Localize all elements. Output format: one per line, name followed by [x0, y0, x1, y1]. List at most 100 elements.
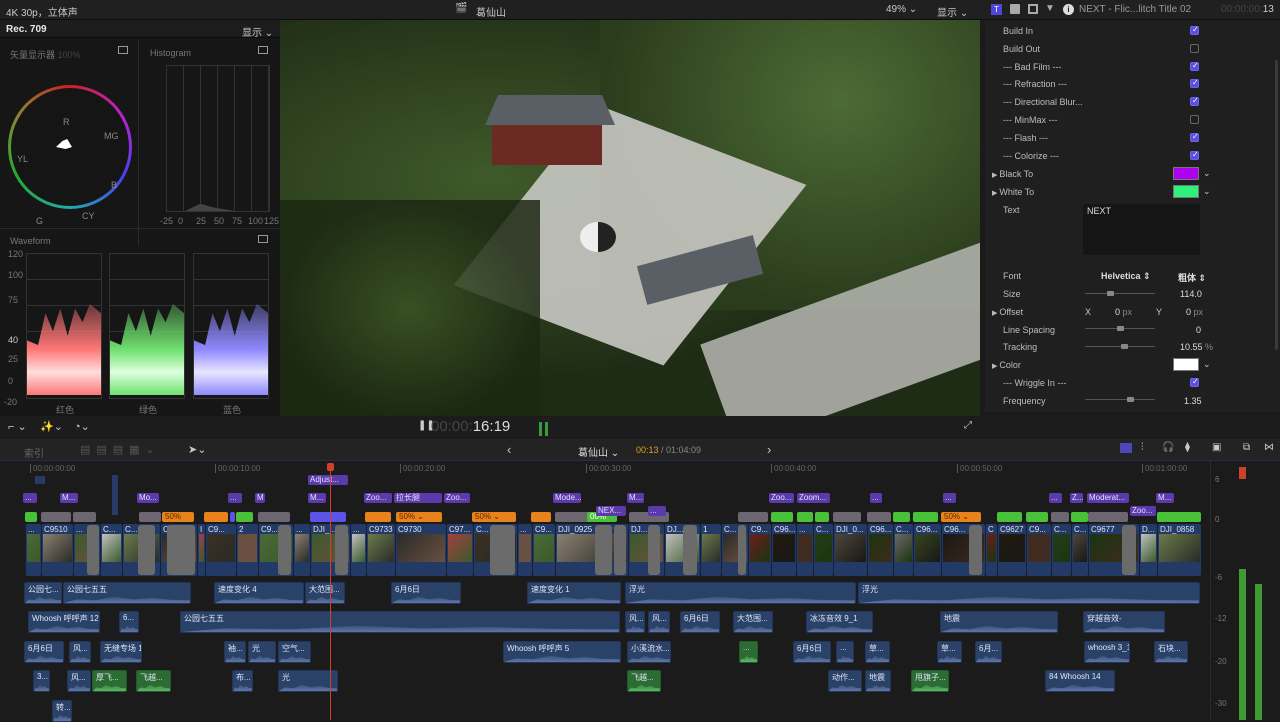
timeline-ruler[interactable]: 00:00:00:00 00:00:10:00 00:00:20:00 00:00:3…: [0, 461, 1210, 475]
effect-bar[interactable]: [913, 512, 938, 522]
video-clip[interactable]: C96...: [913, 524, 941, 576]
audio-skimming-icon[interactable]: ⫶: [1141, 442, 1144, 453]
title-clip[interactable]: Moderat...: [1087, 493, 1129, 503]
audio-clip[interactable]: 空气...: [278, 641, 311, 663]
effect-bar[interactable]: [204, 512, 228, 522]
snapping-icon[interactable]: ⧫: [1185, 442, 1190, 453]
video-clip[interactable]: C9733: [366, 524, 395, 576]
enhance-icon[interactable]: ✨⌄: [40, 420, 63, 433]
video-clip[interactable]: C9510: [41, 524, 73, 576]
effect-bar[interactable]: 50%: [162, 512, 194, 522]
transition[interactable]: [1122, 525, 1136, 575]
audio-clip[interactable]: 无缝专场 1: [100, 641, 142, 663]
title-clip[interactable]: ...: [23, 493, 37, 503]
title-clip[interactable]: ...: [870, 493, 882, 503]
video-clip[interactable]: ...: [25, 524, 41, 576]
offset-y-field[interactable]: 0 px: [1186, 307, 1203, 317]
title-clip[interactable]: M...: [1156, 493, 1174, 503]
line-spacing-value[interactable]: 0: [1196, 325, 1201, 335]
audio-clip[interactable]: 6月6日: [391, 582, 461, 604]
video-clip[interactable]: C96...: [867, 524, 893, 576]
size-value[interactable]: 114.0: [1180, 289, 1202, 299]
effect-bar[interactable]: [25, 512, 37, 522]
audio-clip[interactable]: 浮光: [858, 582, 1200, 604]
video-clip[interactable]: C...: [1051, 524, 1071, 576]
chevron-down-icon[interactable]: ⌄: [1203, 186, 1211, 197]
effect-bar[interactable]: [310, 512, 346, 522]
audio-clip[interactable]: 风...: [648, 611, 670, 633]
effect-bar[interactable]: [73, 512, 96, 522]
zoom-dropdown[interactable]: 49% ⌄: [886, 4, 917, 15]
effect-bar[interactable]: [867, 512, 891, 522]
inspector-scrollbar[interactable]: [1275, 60, 1278, 350]
audio-clip[interactable]: 飞越...: [136, 670, 171, 692]
title-clip[interactable]: ...: [648, 506, 666, 516]
checkbox[interactable]: [1190, 61, 1199, 71]
text-inspector-icon[interactable]: T: [991, 4, 1002, 15]
title-clip[interactable]: NEX...: [596, 506, 626, 516]
effect-bar[interactable]: [1157, 512, 1201, 522]
title-clip[interactable]: ...: [228, 493, 242, 503]
video-clip[interactable]: C96...: [771, 524, 796, 576]
audio-clip[interactable]: 速度变化 1: [527, 582, 621, 604]
waveform-settings-icon[interactable]: [258, 235, 268, 243]
audio-clip[interactable]: 6月6日: [793, 641, 831, 663]
video-clip[interactable]: ...: [293, 524, 310, 576]
effect-bar[interactable]: [738, 512, 768, 522]
video-clip[interactable]: C...: [1071, 524, 1088, 576]
audio-clip[interactable]: 6月...: [975, 641, 1002, 663]
title-clip[interactable]: ...: [1049, 493, 1062, 503]
audio-clip[interactable]: whoosh 3_1: [1084, 641, 1130, 663]
audio-clip[interactable]: 公园七五五: [63, 582, 191, 604]
font-weight-select[interactable]: 粗体 ⇕: [1178, 271, 1206, 284]
audio-clip[interactable]: 飞越...: [627, 670, 661, 692]
transition[interactable]: [278, 525, 291, 575]
audio-clip[interactable]: 浮光: [625, 582, 856, 604]
scope-settings-icon[interactable]: [118, 46, 128, 54]
transition[interactable]: [167, 525, 195, 575]
display-dropdown[interactable]: 显示 ⌄: [937, 4, 968, 19]
audio-clip[interactable]: 风...: [67, 670, 91, 692]
fullscreen-icon[interactable]: ⤢: [964, 420, 972, 431]
audio-clip[interactable]: 公园七五五: [180, 611, 620, 633]
checkbox[interactable]: [1190, 150, 1199, 160]
line-spacing-slider[interactable]: [1085, 326, 1155, 331]
history-back-button[interactable]: ‹: [507, 442, 511, 457]
video-clip[interactable]: D...: [1139, 524, 1157, 576]
audio-clip[interactable]: 6月6日: [680, 611, 720, 633]
effect-bar[interactable]: [893, 512, 910, 522]
effect-bar[interactable]: [1071, 512, 1088, 522]
title-clip[interactable]: Zoo...: [444, 493, 470, 503]
edit-buttons[interactable]: ▤▤▤▦⌄: [80, 443, 161, 456]
title-clip[interactable]: 拉长腿: [394, 493, 442, 503]
effect-bar[interactable]: 50% ⌄: [396, 512, 442, 522]
video-clip[interactable]: C: [985, 524, 997, 576]
audio-clip[interactable]: 地震: [940, 611, 1058, 633]
audio-clip[interactable]: 小溪流水...: [627, 641, 671, 663]
effect-bar[interactable]: [771, 512, 793, 522]
info-icon[interactable]: i: [1063, 4, 1074, 15]
transition[interactable]: [335, 525, 348, 575]
title-clip[interactable]: Mode...: [553, 493, 581, 503]
audio-clip[interactable]: Whoosh 呼呼声 12: [28, 611, 100, 633]
title-clip[interactable]: Zoo...: [769, 493, 794, 503]
title-clip[interactable]: Mo...: [137, 493, 159, 503]
audio-clip[interactable]: 84 Whoosh 14: [1045, 670, 1115, 692]
effect-bar[interactable]: [41, 512, 71, 522]
audio-clip[interactable]: 风...: [69, 641, 91, 663]
effect-bar[interactable]: [365, 512, 391, 522]
effect-bar[interactable]: [1088, 512, 1128, 522]
title-clip[interactable]: M...: [308, 493, 326, 503]
title-clip[interactable]: M...: [627, 493, 644, 503]
title-clip[interactable]: Z...: [1070, 493, 1083, 503]
video-clip[interactable]: 1: [700, 524, 721, 576]
audio-clip[interactable]: 光: [248, 641, 276, 663]
clip-appearance-icon[interactable]: ▣: [1212, 442, 1221, 453]
transition[interactable]: [969, 525, 982, 575]
title-clip[interactable]: Zoo...: [1130, 506, 1156, 516]
video-clip[interactable]: ...: [796, 524, 813, 576]
effect-bar[interactable]: [236, 512, 253, 522]
audio-clip[interactable]: 光: [278, 670, 338, 692]
transition[interactable]: [683, 525, 697, 575]
audio-clip[interactable]: ...: [836, 641, 854, 663]
